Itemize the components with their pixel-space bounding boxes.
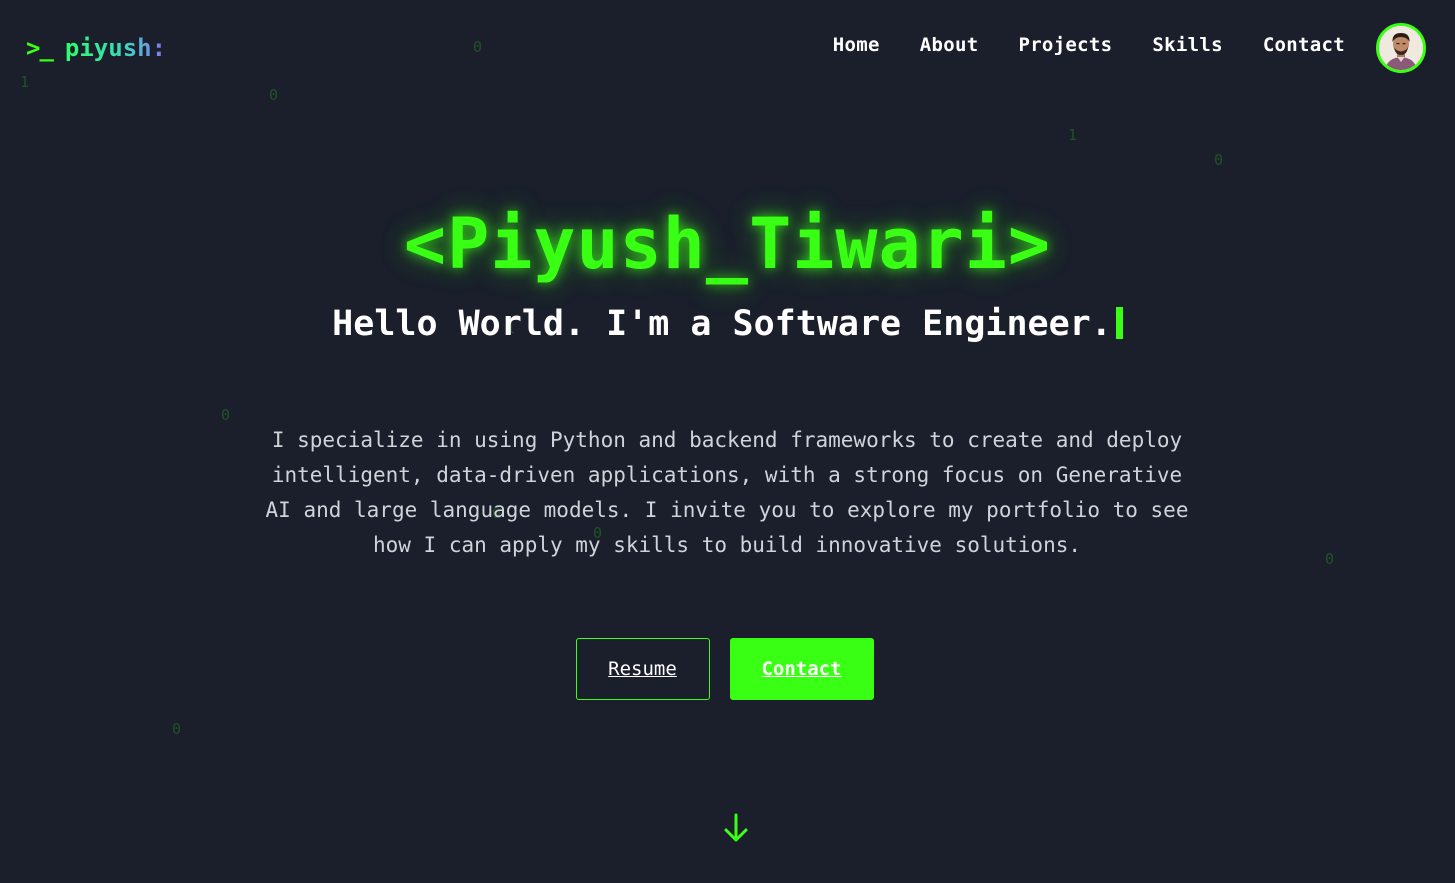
matrix-digit: 1 — [1068, 126, 1078, 144]
matrix-digit: 0 — [172, 720, 182, 738]
avatar[interactable] — [1376, 23, 1426, 73]
nav-link-skills[interactable]: Skills — [1152, 34, 1222, 56]
matrix-digit: 0 — [473, 38, 483, 56]
hero-title: <Piyush_Tiwari> — [403, 203, 1052, 285]
page: 1 0 0 1 0 0 1 1 0 0 0 0 >_ piyush: Home … — [0, 0, 1455, 883]
hero-subtitle: Hello World. I'm a Software Engineer. — [0, 304, 1455, 344]
nav-link-about[interactable]: About — [920, 34, 979, 56]
brand-logo[interactable]: >_ piyush: — [26, 34, 166, 62]
hero-actions: Resume Contact — [0, 638, 1455, 700]
hero-description: I specialize in using Python and backend… — [265, 428, 1189, 557]
profile-photo-icon — [1379, 26, 1423, 70]
terminal-prompt-icon: >_ — [26, 34, 54, 62]
matrix-digit: 0 — [1325, 550, 1335, 568]
brand-name: piyush: — [64, 34, 167, 62]
matrix-digit: 0 — [221, 406, 231, 424]
nav-link-home[interactable]: Home — [833, 34, 880, 56]
matrix-digit: 0 — [1214, 151, 1224, 169]
hero-subtitle-text: Hello World. I'm a Software Engineer. — [332, 304, 1112, 344]
arrow-down-icon[interactable] — [722, 812, 750, 844]
nav-link-contact[interactable]: Contact — [1263, 34, 1345, 56]
nav-link-projects[interactable]: Projects — [1018, 34, 1112, 56]
resume-button[interactable]: Resume — [575, 638, 710, 700]
matrix-digit: 1 — [20, 73, 30, 91]
typing-cursor — [1115, 307, 1123, 339]
main-nav: Home About Projects Skills Contact — [833, 34, 1345, 56]
contact-button[interactable]: Contact — [729, 638, 874, 700]
matrix-digit: 0 — [269, 86, 279, 104]
